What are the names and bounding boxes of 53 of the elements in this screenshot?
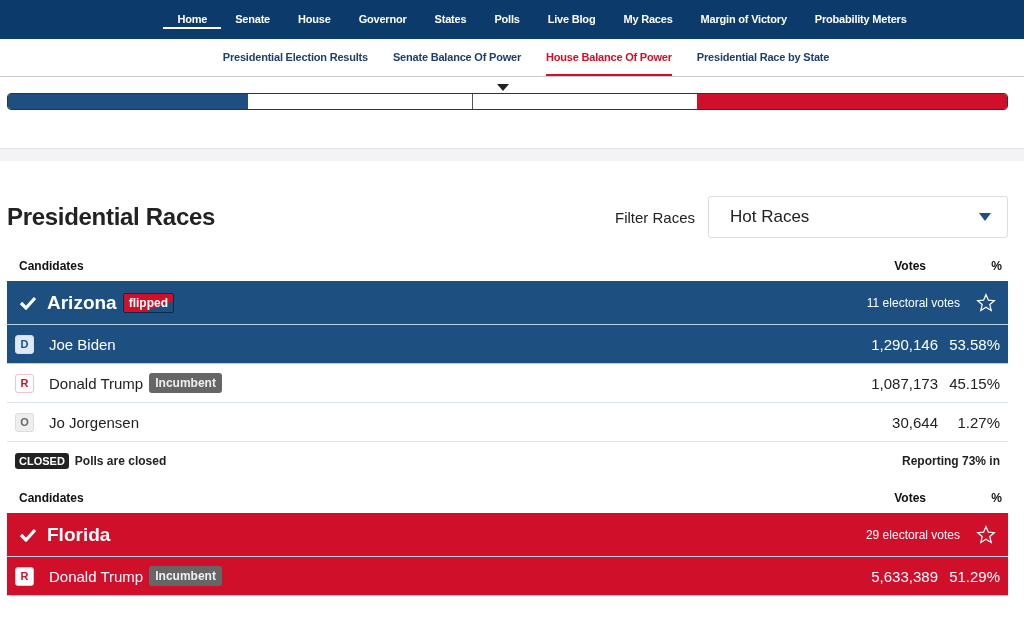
nav-link[interactable]: States [420, 10, 481, 29]
nav-link[interactable]: Probability Meters [800, 10, 921, 29]
incumbent-tag: Incumbent [149, 373, 222, 393]
status-tag: CLOSED [15, 452, 69, 469]
dropdown-caret-icon [979, 213, 991, 221]
incumbent-tag: Incumbent [149, 566, 222, 586]
nav-link[interactable]: Governor [344, 10, 421, 29]
vote-percent: 51.29% [948, 567, 1000, 585]
party-badge: R [15, 566, 34, 586]
nav-link[interactable]: Margin of Victory [686, 10, 801, 29]
vote-percent: 45.15% [948, 374, 1000, 392]
candidate-name: Joe Biden [49, 335, 116, 353]
column-header: Candidates [18, 259, 85, 273]
state-name: Florida [47, 523, 111, 546]
column-header: Votes [893, 259, 926, 273]
vote-percent: 1.27% [956, 413, 1000, 431]
column-header: % [990, 259, 1003, 273]
nav-link[interactable]: Live Blog [533, 10, 610, 29]
candidate-name: Donald Trump [49, 374, 144, 392]
filter-dropdown[interactable]: Hot Races [708, 196, 1008, 238]
flipped-tag: flipped [122, 292, 174, 313]
column-header: % [990, 491, 1003, 505]
column-header: Candidates [18, 491, 85, 505]
nav-link[interactable]: House [284, 10, 345, 29]
nav-link[interactable]: Polls [480, 10, 534, 29]
party-badge: O [15, 412, 34, 432]
subnav-link[interactable]: Senate Balance Of Power [393, 39, 522, 76]
status-text: Polls are closed [74, 453, 167, 468]
vote-percent: 53.58% [948, 335, 1000, 353]
section-title: Presidential Races [7, 203, 217, 231]
party-badge: D [15, 334, 34, 354]
star-icon[interactable] [976, 292, 996, 313]
nav-link[interactable]: Senate [221, 10, 285, 29]
electoral-votes: 29 electoral votes [865, 527, 960, 542]
electoral-votes: 11 electoral votes [866, 295, 960, 310]
column-header: Votes [893, 491, 926, 505]
candidate-name: Jo Jorgensen [49, 413, 140, 431]
candidate-name: Donald Trump [49, 567, 144, 585]
subnav-link[interactable]: Presidential Race by State [696, 39, 830, 76]
reporting-text: Reporting 73% in [902, 453, 1000, 468]
vote-count: 1,087,173 [870, 374, 938, 392]
party-badge: R [15, 373, 34, 393]
subnav-link[interactable]: Presidential Election Results [222, 39, 368, 76]
nav-link[interactable]: Home [163, 10, 222, 29]
nav-link[interactable]: My Races [609, 10, 687, 29]
subnav-link[interactable]: House Balance Of Power [546, 39, 672, 76]
vote-count: 30,644 [891, 413, 938, 431]
filter-label: Filter Races [614, 208, 695, 226]
marker-icon [496, 84, 509, 91]
state-name: Arizona [47, 291, 117, 314]
vote-count: 1,290,146 [870, 335, 938, 353]
star-icon[interactable] [976, 524, 996, 545]
vote-count: 5,633,389 [870, 567, 938, 585]
